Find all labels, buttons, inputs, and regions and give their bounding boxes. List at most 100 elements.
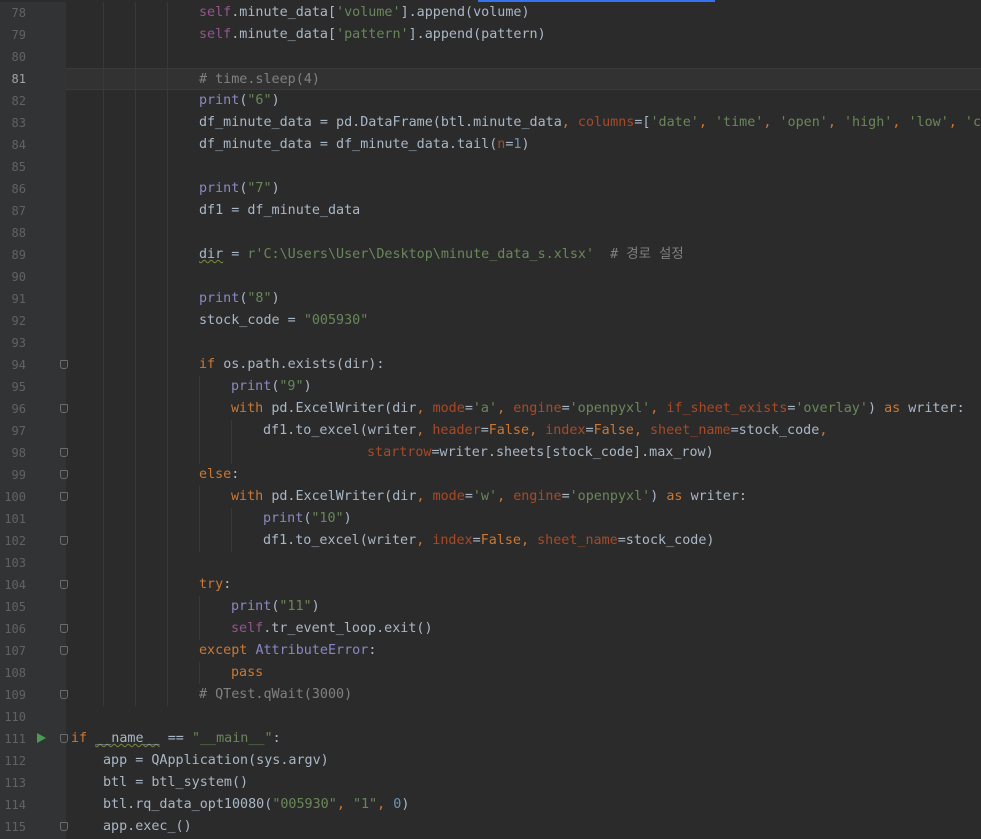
gutter-row[interactable]: 84 [0, 134, 66, 156]
gutter-row[interactable]: 110 [0, 706, 66, 728]
gutter-row[interactable]: 99 [0, 464, 68, 486]
code-line[interactable] [66, 552, 981, 574]
gutter-row[interactable]: 113 [0, 772, 66, 794]
code-token: ].append(pattern) [408, 27, 546, 42]
code-line[interactable]: app.exec_() [66, 816, 981, 838]
code-line[interactable]: pass [66, 662, 981, 684]
indent-guide [103, 200, 104, 222]
code-line[interactable]: df_minute_data = df_minute_data.tail(n=1… [66, 134, 981, 156]
gutter-row[interactable]: 85 [0, 156, 66, 178]
code-line[interactable]: print("8") [66, 288, 981, 310]
code-line[interactable]: try: [66, 574, 981, 596]
code-line[interactable]: # QTest.qWait(3000) [66, 684, 981, 706]
gutter-row[interactable]: 82 [0, 90, 66, 112]
gutter-row[interactable]: 80 [0, 46, 66, 68]
code-token: df_minute_data = pd.DataFrame(btl.minute… [199, 115, 562, 130]
indent-guide [167, 464, 168, 486]
gutter-row[interactable]: 104 [0, 574, 68, 596]
code-line[interactable]: with pd.ExcelWriter(dir, mode='a', engin… [66, 398, 981, 420]
gutter-row[interactable]: 100 [0, 486, 68, 508]
indent-guide [167, 662, 168, 684]
code-line[interactable] [66, 706, 981, 728]
code-line[interactable]: btl.rq_data_opt10080("005930", "1", 0) [66, 794, 981, 816]
code-line[interactable] [66, 332, 981, 354]
gutter-row[interactable]: 86 [0, 178, 66, 200]
code-line[interactable] [66, 222, 981, 244]
code-line[interactable]: if __name__ == "__main__": [66, 728, 981, 750]
code-token: , [948, 115, 965, 130]
code-token: if_sheet_exists [666, 401, 788, 416]
code-token: sheet_name [650, 423, 731, 438]
code-token: : [368, 643, 377, 658]
code-line[interactable]: stock_code = "005930" [66, 310, 981, 332]
code-line[interactable]: dir = r'C:\Users\User\Desktop\minute_dat… [66, 244, 981, 266]
code-line[interactable]: else: [66, 464, 981, 486]
gutter-row[interactable]: 96 [0, 398, 68, 420]
code-token: index [545, 423, 586, 438]
gutter-row[interactable]: 103 [0, 552, 66, 574]
code-line[interactable]: except AttributeError: [66, 640, 981, 662]
code-text: print("9") [231, 376, 312, 398]
code-line[interactable]: # time.sleep(4) [66, 68, 981, 91]
gutter-row[interactable]: 97 [0, 420, 66, 442]
code-token: self [199, 5, 232, 20]
code-line[interactable]: print("10") [66, 508, 981, 530]
gutter-row[interactable]: 87 [0, 200, 66, 222]
gutter-row[interactable]: 93 [0, 332, 66, 354]
run-icon[interactable] [37, 733, 46, 743]
code-line[interactable] [66, 266, 981, 288]
gutter-row[interactable]: 81 [0, 68, 66, 90]
gutter-row[interactable]: 102 [0, 530, 68, 552]
gutter-row[interactable]: 91 [0, 288, 66, 310]
code-text: self.minute_data['pattern'].append(patte… [199, 24, 546, 46]
indent-guide [135, 640, 136, 662]
line-number: 93 [11, 336, 26, 350]
code-line[interactable]: print("9") [66, 376, 981, 398]
code-line[interactable]: df1.to_excel(writer, header=False, index… [66, 420, 981, 442]
indent-guide [103, 156, 104, 178]
code-line[interactable]: self.minute_data['volume'].append(volume… [66, 2, 981, 24]
gutter-row[interactable]: 89 [0, 244, 66, 266]
gutter-row[interactable]: 101 [0, 508, 66, 530]
gutter-row[interactable]: 78 [0, 2, 66, 24]
gutter-row[interactable]: 83 [0, 112, 66, 134]
indent-guide [199, 508, 200, 530]
gutter-row[interactable]: 111 [0, 728, 68, 750]
code-line[interactable]: df1.to_excel(writer, index=False, sheet_… [66, 530, 981, 552]
code-line[interactable]: with pd.ExcelWriter(dir, mode='w', engin… [66, 486, 981, 508]
code-line[interactable]: btl = btl_system() [66, 772, 981, 794]
code-line[interactable]: print("6") [66, 90, 981, 112]
indent-guide [167, 376, 168, 398]
gutter-row[interactable]: 90 [0, 266, 66, 288]
gutter-row[interactable]: 98 [0, 442, 68, 464]
gutter-row[interactable]: 95 [0, 376, 66, 398]
gutter-row[interactable]: 79 [0, 24, 66, 46]
gutter-row[interactable]: 88 [0, 222, 66, 244]
code-line[interactable] [66, 156, 981, 178]
gutter-row[interactable]: 105 [0, 596, 66, 618]
code-line[interactable]: print("11") [66, 596, 981, 618]
code-line[interactable]: startrow=writer.sheets[stock_code].max_r… [66, 442, 981, 464]
code-token: dir [199, 247, 224, 262]
code-line[interactable]: if os.path.exists(dir): [66, 354, 981, 376]
indent-guide [135, 420, 136, 442]
gutter-row[interactable]: 108 [0, 662, 66, 684]
gutter-row[interactable]: 106 [0, 618, 68, 640]
gutter-row[interactable]: 112 [0, 750, 66, 772]
code-line[interactable]: self.tr_event_loop.exit() [66, 618, 981, 640]
code-token: 'a' [472, 401, 498, 416]
gutter-row[interactable]: 92 [0, 310, 66, 332]
line-number: 88 [11, 226, 26, 240]
gutter-row[interactable]: 109 [0, 684, 68, 706]
gutter-row[interactable]: 115 [0, 816, 68, 838]
gutter-row[interactable]: 114 [0, 794, 66, 816]
code-line[interactable] [66, 46, 981, 68]
line-number-gutter[interactable]: 78 79 80 81 82 83 84 85 86 87 88 89 90 91 92 93 94 95 96 97… [0, 2, 68, 839]
code-line[interactable]: df_minute_data = pd.DataFrame(btl.minute… [66, 112, 981, 134]
gutter-row[interactable]: 94 [0, 354, 68, 376]
code-line[interactable]: self.minute_data['pattern'].append(patte… [66, 24, 981, 46]
code-line[interactable]: print("7") [66, 178, 981, 200]
gutter-row[interactable]: 107 [0, 640, 68, 662]
code-line[interactable]: df1 = df_minute_data [66, 200, 981, 222]
code-line[interactable]: app = QApplication(sys.argv) [66, 750, 981, 772]
